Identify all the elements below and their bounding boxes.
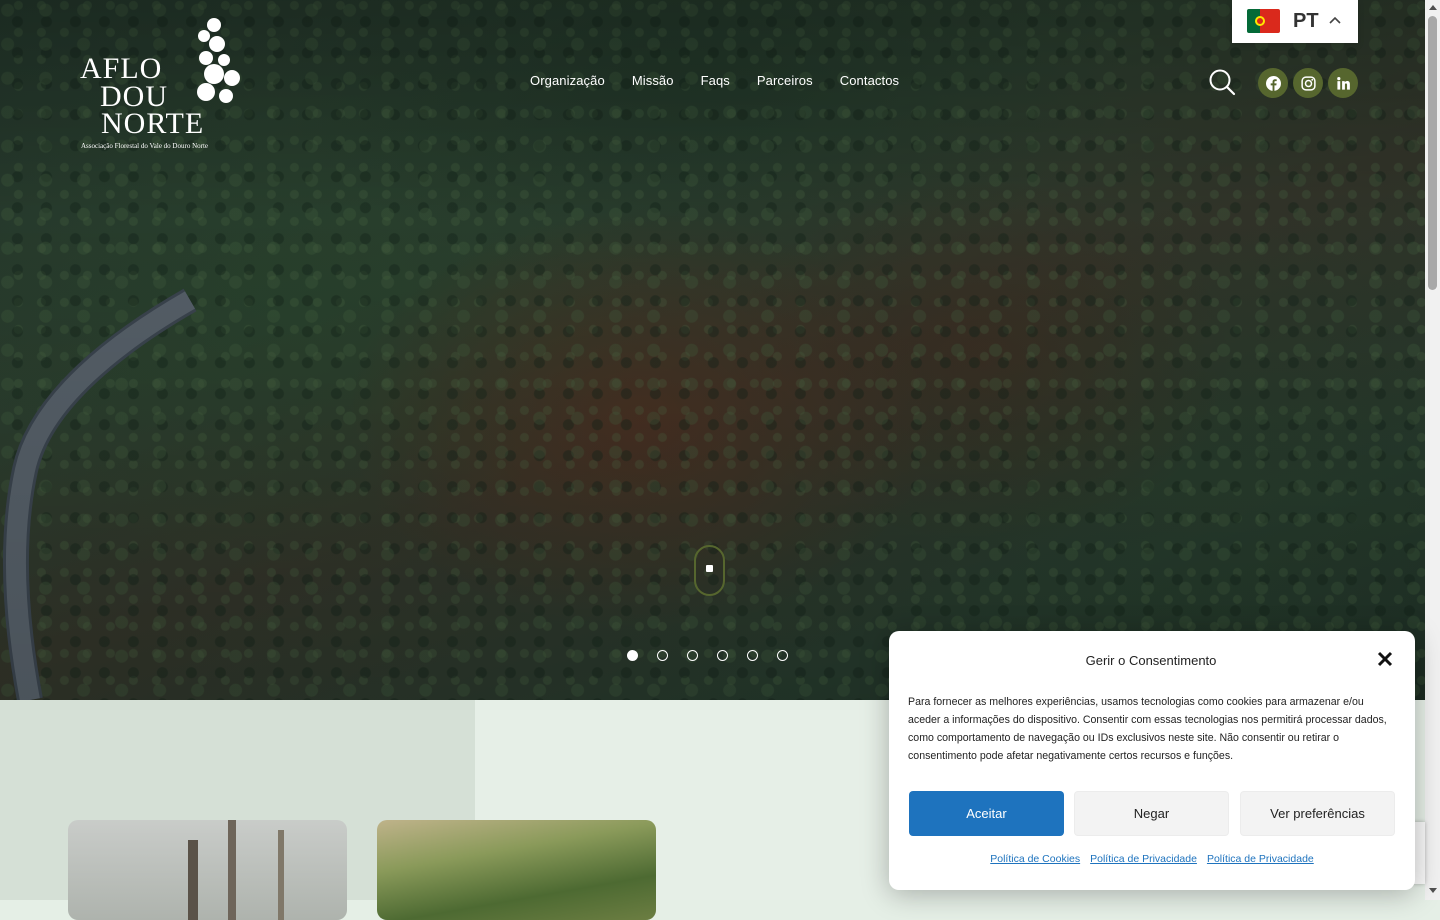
image-card-foggy-forest[interactable] — [68, 820, 347, 920]
image-card-aerial-field[interactable] — [377, 820, 656, 920]
logo-dots-icon — [197, 18, 240, 103]
privacy-policy-link[interactable]: Política de Privacidade — [1090, 853, 1197, 865]
cookie-consent-dialog: Gerir o Consentimento Para fornecer as m… — [889, 631, 1415, 890]
logo-subtitle: Associação Florestal do Vale do Douro No… — [81, 142, 209, 150]
slider-pagination — [627, 650, 788, 661]
linkedin-link[interactable] — [1328, 68, 1358, 98]
consent-description: Para fornecer as melhores experiências, … — [908, 696, 1387, 762]
instagram-link[interactable] — [1293, 68, 1323, 98]
language-switcher[interactable]: PT — [1232, 0, 1358, 43]
hero-banner: AFLO DOU NORTE Associação Florestal do V… — [0, 0, 1425, 700]
scrollbar-thumb[interactable] — [1428, 16, 1437, 290]
tree-trunk — [188, 840, 198, 920]
deny-button[interactable]: Negar — [1074, 791, 1229, 836]
slider-dot[interactable] — [657, 650, 668, 661]
privacy-policy-link-2[interactable]: Política de Privacidade — [1207, 853, 1314, 865]
cookie-policy-link[interactable]: Política de Cookies — [990, 853, 1080, 865]
view-preferences-button[interactable]: Ver preferências — [1240, 791, 1395, 836]
portugal-flag-icon — [1247, 9, 1280, 33]
slider-dot[interactable] — [627, 650, 638, 661]
main-navigation: Organização Missão Faqs Parceiros Contac… — [530, 73, 899, 88]
accept-button[interactable]: Aceitar — [909, 791, 1064, 836]
scroll-down-indicator[interactable] — [694, 545, 725, 596]
consent-policy-links: Política de Cookies Política de Privacid… — [889, 853, 1415, 865]
slider-dot[interactable] — [687, 650, 698, 661]
page-scrollbar[interactable] — [1425, 0, 1440, 900]
chevron-up-icon — [1329, 16, 1341, 24]
scroll-up-arrow-icon[interactable] — [1429, 5, 1437, 10]
language-code: PT — [1293, 10, 1319, 32]
close-icon[interactable] — [1377, 651, 1393, 667]
nav-item-parceiros[interactable]: Parceiros — [757, 73, 813, 88]
facebook-icon — [1265, 75, 1281, 91]
nav-item-missao[interactable]: Missão — [632, 73, 674, 88]
logo-line-3: NORTE — [101, 107, 205, 140]
slider-dot[interactable] — [717, 650, 728, 661]
instagram-icon — [1300, 75, 1316, 91]
search-icon[interactable] — [1208, 68, 1236, 96]
nav-item-contactos[interactable]: Contactos — [840, 73, 899, 88]
site-logo[interactable]: AFLO DOU NORTE Associação Florestal do V… — [80, 16, 250, 152]
slider-dot[interactable] — [777, 650, 788, 661]
tree-trunk — [278, 830, 284, 920]
nav-item-organizacao[interactable]: Organização — [530, 73, 605, 88]
consent-title: Gerir o Consentimento — [1085, 653, 1217, 668]
facebook-link[interactable] — [1258, 68, 1288, 98]
nav-item-faqs[interactable]: Faqs — [701, 73, 730, 88]
linkedin-icon — [1336, 76, 1350, 90]
scroll-indicator-dot — [706, 565, 713, 572]
scroll-down-arrow-icon[interactable] — [1429, 888, 1437, 893]
slider-dot[interactable] — [747, 650, 758, 661]
tree-trunk — [228, 820, 236, 920]
